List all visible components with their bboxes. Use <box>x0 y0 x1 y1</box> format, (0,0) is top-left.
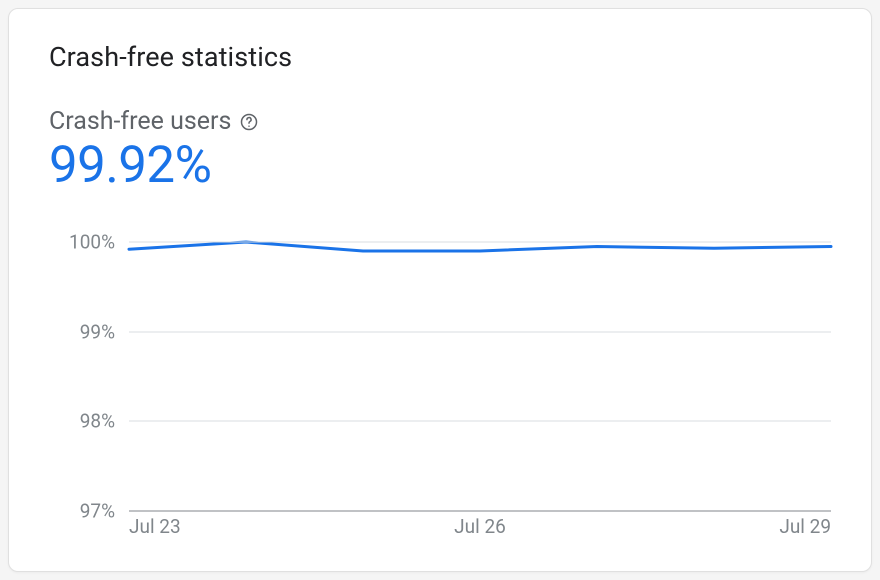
axis-line <box>129 511 831 512</box>
gridline <box>129 331 831 332</box>
metric-value: 99.92% <box>49 138 831 194</box>
card-title: Crash-free statistics <box>49 41 831 73</box>
x-tick-label: Jul 26 <box>454 515 506 538</box>
metric-label: Crash-free users <box>49 107 231 136</box>
chart-plot-region: 100%99%98%97% <box>49 242 831 511</box>
chart-gridline: 100% <box>49 231 831 254</box>
help-icon[interactable] <box>239 112 259 132</box>
x-tick-label: Jul 29 <box>779 515 831 538</box>
chart: 100%99%98%97% Jul 23Jul 26Jul 29 <box>49 242 831 543</box>
chart-x-axis: Jul 23 Jul 26 Jul 29 <box>129 515 831 543</box>
gridline <box>129 242 831 243</box>
crash-free-stats-card: Crash-free statistics Crash-free users 9… <box>8 8 872 572</box>
x-tick-label: Jul 23 <box>129 515 181 538</box>
y-tick-label: 98% <box>49 410 129 433</box>
y-tick-label: 99% <box>49 320 129 343</box>
chart-gridline: 99% <box>49 320 831 343</box>
chart-line-svg <box>129 242 831 511</box>
y-tick-label: 100% <box>49 231 129 254</box>
y-tick-label: 97% <box>49 500 129 523</box>
chart-gridline: 98% <box>49 410 831 433</box>
gridline <box>129 421 831 422</box>
metric-label-row: Crash-free users <box>49 107 831 136</box>
